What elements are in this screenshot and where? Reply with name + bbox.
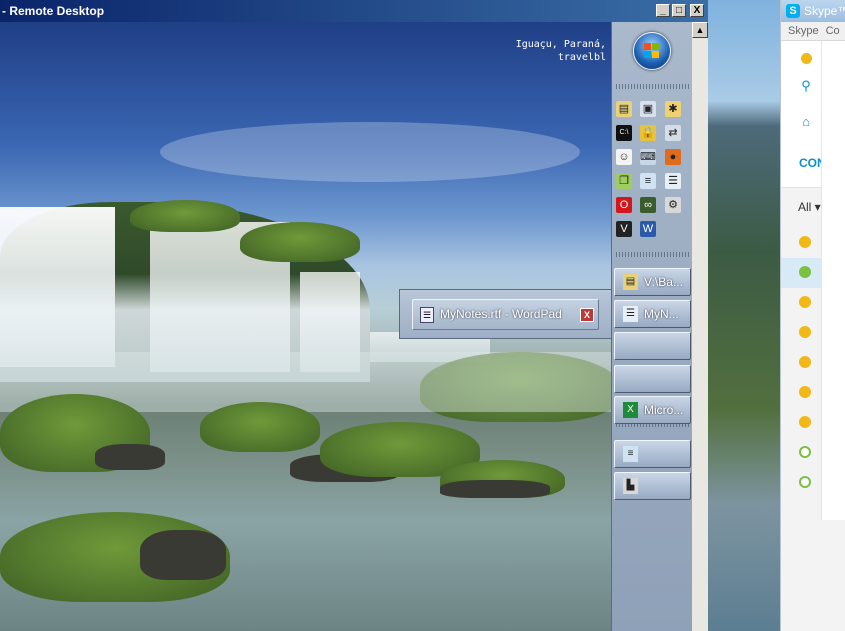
- skype-nav: ⚲ ⌂ CON: [781, 41, 826, 188]
- contact-row[interactable]: [781, 228, 821, 258]
- caption-line: travelbl: [557, 52, 606, 63]
- computer-icon[interactable]: ▣: [640, 101, 656, 117]
- notepad-icon: ≡: [623, 446, 638, 462]
- preview-item-wordpad[interactable]: ☰ MyNotes.rtf - WordPad X: [412, 299, 599, 330]
- preview-item-label: MyNotes.rtf - WordPad: [440, 307, 562, 321]
- tools-icon[interactable]: ⚙: [665, 197, 681, 213]
- launcher-sidebar: ▤ ▣ ✱ C:\ 🔒 ⇄ ☺ ⌨ ● ❐ ≡ ☰ O ∞ ⚙ V W ▤ V:\Ba... ☰ MyN... X Mic…: [611, 22, 692, 631]
- installer-icon: ▙: [623, 478, 638, 494]
- person-icon[interactable]: ☺: [616, 149, 632, 165]
- network-icon[interactable]: ⇄: [665, 125, 681, 141]
- vertical-scrollbar[interactable]: ▲: [692, 22, 708, 631]
- lock-icon[interactable]: 🔒: [640, 125, 656, 141]
- task-collapsed[interactable]: [614, 365, 691, 393]
- away-status-icon: [799, 356, 811, 368]
- vegetation-shape: [130, 200, 240, 232]
- menu-item-skype[interactable]: Skype: [788, 25, 819, 37]
- task-empty[interactable]: [614, 332, 691, 360]
- search-icon[interactable]: ⚲: [798, 78, 814, 94]
- keyboard-icon[interactable]: ⌨: [640, 149, 656, 165]
- files-icon[interactable]: ❐: [616, 173, 632, 189]
- task-wordpad[interactable]: ☰ MyN...: [614, 300, 691, 328]
- opera-icon[interactable]: O: [616, 197, 632, 213]
- contact-row[interactable]: [781, 468, 821, 498]
- start-orb-button[interactable]: [633, 32, 671, 70]
- vnc-icon[interactable]: V: [616, 221, 632, 237]
- task-label: MyN...: [644, 307, 679, 321]
- wallpaper-caption: Iguaçu, Paraná, travelbl: [516, 38, 606, 64]
- skype-content-pane: [821, 41, 845, 521]
- island-shape: [200, 402, 320, 452]
- task-label: V:\Ba...: [644, 275, 683, 289]
- contact-row[interactable]: [781, 348, 821, 378]
- maximize-button[interactable]: □: [672, 4, 686, 17]
- taskbar-preview-popup: ☰ MyNotes.rtf - WordPad X: [399, 289, 612, 339]
- away-status-icon: [799, 236, 811, 248]
- folder-icon: ▤: [623, 274, 638, 290]
- contact-row[interactable]: [781, 288, 821, 318]
- paint-icon[interactable]: ✱: [665, 101, 681, 117]
- skype-titlebar[interactable]: S Skype™: [781, 0, 845, 22]
- remote-desktop-titlebar[interactable]: - Remote Desktop _ □ X: [0, 0, 708, 22]
- folder-icon[interactable]: ▤: [616, 101, 632, 117]
- contact-row[interactable]: [781, 258, 821, 288]
- wordpad-icon: ☰: [420, 307, 434, 323]
- recent-icon[interactable]: [798, 51, 814, 67]
- close-icon[interactable]: X: [580, 308, 594, 322]
- skype-menubar: Skype Co: [781, 22, 845, 41]
- contact-row[interactable]: [781, 378, 821, 408]
- away-status-icon: [799, 386, 811, 398]
- task-folder[interactable]: ▤ V:\Ba...: [614, 268, 691, 296]
- notepad-icon[interactable]: ≡: [640, 173, 656, 189]
- vegetation-shape: [240, 222, 360, 262]
- task-installer[interactable]: ▙: [614, 472, 691, 500]
- away-status-icon: [799, 416, 811, 428]
- waterfall-shape: [0, 207, 115, 367]
- scroll-up-button[interactable]: ▲: [692, 22, 708, 38]
- close-button[interactable]: X: [690, 4, 704, 17]
- offline-status-icon: [799, 446, 811, 458]
- cloud-shape: [160, 122, 580, 182]
- skype-footer: [781, 520, 845, 631]
- home-icon[interactable]: ⌂: [798, 114, 814, 130]
- grip-handle[interactable]: [616, 424, 689, 427]
- grip-handle[interactable]: [616, 252, 689, 257]
- menu-item-contacts[interactable]: Co: [826, 25, 840, 37]
- contact-row[interactable]: [781, 408, 821, 438]
- rock-shape: [140, 530, 226, 580]
- minimize-button[interactable]: _: [656, 4, 670, 17]
- binoculars-icon[interactable]: ∞: [640, 197, 656, 213]
- contact-row[interactable]: [781, 318, 821, 348]
- word-icon[interactable]: W: [640, 221, 656, 237]
- caption-line: Iguaçu, Paraná,: [515, 39, 606, 50]
- command-prompt-icon[interactable]: C:\: [616, 125, 632, 141]
- task-excel[interactable]: X Micro...: [614, 396, 691, 424]
- contact-row[interactable]: [781, 438, 821, 468]
- rock-shape: [95, 444, 165, 470]
- rock-shape: [440, 480, 550, 498]
- online-status-icon: [799, 266, 811, 278]
- excel-icon: X: [623, 402, 638, 418]
- away-status-icon: [799, 296, 811, 308]
- skype-title: Skype™: [804, 4, 845, 18]
- skype-window: S Skype™ Skype Co ⚲ ⌂ CON All ▾: [780, 0, 845, 631]
- contacts-filter-dropdown[interactable]: All ▾: [798, 200, 821, 214]
- task-label: Micro...: [644, 403, 684, 417]
- firefox-icon[interactable]: ●: [665, 149, 681, 165]
- document-icon[interactable]: ☰: [665, 173, 681, 189]
- grip-handle[interactable]: [616, 84, 689, 89]
- window-title: - Remote Desktop: [2, 4, 105, 18]
- task-notepad[interactable]: ≡: [614, 440, 691, 468]
- offline-status-icon: [799, 476, 811, 488]
- away-status-icon: [799, 326, 811, 338]
- wordpad-icon: ☰: [623, 306, 638, 322]
- skype-logo-icon: S: [786, 4, 800, 18]
- windows-flag-icon: [644, 43, 660, 59]
